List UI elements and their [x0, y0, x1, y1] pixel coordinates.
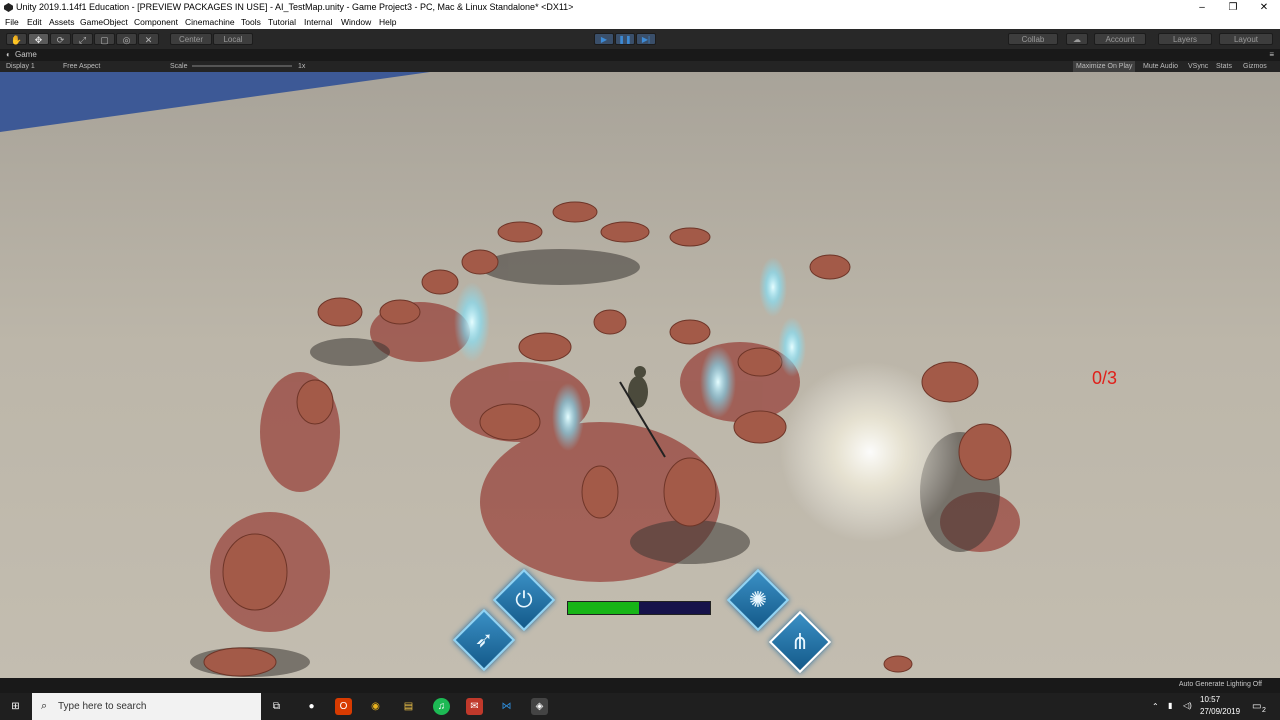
- strike-icon: ⋔: [790, 629, 810, 654]
- hand-tool-icon[interactable]: ✋: [6, 33, 27, 45]
- aspect-dropdown[interactable]: Free Aspect: [63, 61, 100, 72]
- menu-tutorial[interactable]: Tutorial: [268, 15, 296, 29]
- rotate-tool-icon[interactable]: ⟳: [50, 33, 71, 45]
- volume-icon[interactable]: ◁): [1183, 701, 1192, 710]
- maximize-button[interactable]: ❐: [1218, 0, 1248, 15]
- menu-bar: File Edit Assets GameObject Component Ci…: [0, 15, 1280, 29]
- vscode-icon[interactable]: ⋈: [498, 698, 515, 715]
- gizmos-dropdown[interactable]: Gizmos: [1243, 61, 1267, 72]
- game-tab[interactable]: Game: [15, 49, 37, 61]
- taskbar-search[interactable]: ⌕ Type here to search: [32, 693, 261, 720]
- scale-label: Scale: [170, 63, 188, 70]
- window-title: Unity 2019.1.14f1 Education - [PREVIEW P…: [16, 2, 574, 12]
- kill-counter: 0/3: [1092, 368, 1118, 388]
- collab-button[interactable]: Collab: [1008, 33, 1058, 45]
- sky-strip: [0, 72, 430, 132]
- play-button[interactable]: ▶: [594, 33, 614, 45]
- layout-dropdown[interactable]: Layout: [1219, 33, 1273, 45]
- tab-menu-icon[interactable]: ≡: [1269, 49, 1274, 61]
- game-view-toolbar: Display 1 Free Aspect Scale 1x Maximize …: [0, 61, 1280, 72]
- unity-icon[interactable]: ◈: [531, 698, 548, 715]
- game-tab-icon: ◐: [6, 50, 11, 59]
- transform-tool-icon[interactable]: ◎: [116, 33, 137, 45]
- menu-gameobject[interactable]: GameObject: [80, 15, 128, 29]
- ability-strike[interactable]: ⋔: [768, 610, 832, 674]
- scale-tool-icon[interactable]: ⤢: [72, 33, 93, 45]
- file-explorer-icon[interactable]: ▤: [400, 698, 417, 715]
- menu-edit[interactable]: Edit: [27, 15, 42, 29]
- mute-audio-toggle[interactable]: Mute Audio: [1143, 61, 1178, 72]
- task-view-icon[interactable]: ⧉: [268, 698, 285, 715]
- notification-icon[interactable]: ▭: [1252, 701, 1261, 712]
- menu-assets[interactable]: Assets: [49, 15, 75, 29]
- search-icon: ⌕: [41, 700, 48, 712]
- health-bar: [567, 601, 711, 615]
- notification-count: 2: [1262, 707, 1266, 714]
- vortex-icon: ✺: [748, 587, 768, 612]
- spotify-icon[interactable]: ♫: [433, 698, 450, 715]
- custom-tool-icon[interactable]: ✕: [138, 33, 159, 45]
- health-fill: [568, 602, 639, 614]
- window-title-bar: Unity 2019.1.14f1 Education - [PREVIEW P…: [0, 0, 1280, 15]
- menu-cinemachine[interactable]: Cinemachine: [185, 15, 235, 29]
- editor-status-bar: Auto Generate Lighting Off: [0, 678, 1280, 693]
- dash-icon: ➶: [474, 627, 494, 652]
- scale-value: 1x: [298, 63, 306, 70]
- tray-chevron-icon[interactable]: ⌃: [1152, 702, 1159, 711]
- scene-render: [0, 72, 1020, 677]
- move-tool-icon[interactable]: ✥: [28, 33, 49, 45]
- ability-vortex[interactable]: ✺: [726, 568, 790, 632]
- app2-icon[interactable]: ✉: [466, 698, 483, 715]
- network-icon[interactable]: ▮: [1168, 701, 1172, 710]
- vsync-toggle[interactable]: VSync: [1188, 61, 1208, 72]
- power-icon: ⏻: [515, 587, 533, 612]
- scale-slider[interactable]: [192, 65, 292, 67]
- editor-toolbar: ✋ ✥ ⟳ ⤢ ▢ ◎ ✕ Center Local ▶ ❚❚ ▶| Colla…: [0, 29, 1280, 49]
- menu-help[interactable]: Help: [379, 15, 396, 29]
- maximize-on-play-toggle[interactable]: Maximize On Play: [1073, 61, 1136, 72]
- search-placeholder: Type here to search: [58, 701, 147, 712]
- menu-file[interactable]: File: [5, 15, 19, 29]
- menu-tools[interactable]: Tools: [241, 15, 261, 29]
- account-dropdown[interactable]: Account: [1094, 33, 1146, 45]
- display-dropdown[interactable]: Display 1: [6, 61, 35, 72]
- clock-time[interactable]: 10:57: [1200, 695, 1220, 704]
- unity-logo-icon: [4, 3, 13, 12]
- rect-tool-icon[interactable]: ▢: [94, 33, 115, 45]
- office-icon[interactable]: O: [335, 698, 352, 715]
- close-button[interactable]: ✕: [1249, 0, 1279, 15]
- windows-taskbar: ⊞ ⌕ Type here to search ⧉ ● O ◉ ▤ ♫ ✉ ⋈ …: [0, 693, 1280, 720]
- stats-toggle[interactable]: Stats: [1216, 61, 1232, 72]
- app-icon[interactable]: ●: [303, 698, 320, 715]
- step-button[interactable]: ▶|: [636, 33, 656, 45]
- minimize-button[interactable]: –: [1187, 0, 1217, 15]
- cloud-icon[interactable]: ☁: [1066, 33, 1088, 45]
- game-viewport[interactable]: 0/3 ⏻ ➶ ✺ ⋔: [0, 72, 1280, 678]
- pause-button[interactable]: ❚❚: [615, 33, 635, 45]
- clock-date[interactable]: 27/09/2019: [1200, 707, 1240, 716]
- chrome-icon[interactable]: ◉: [367, 698, 384, 715]
- ability-shield[interactable]: ⏻: [492, 568, 556, 632]
- menu-window[interactable]: Window: [341, 15, 371, 29]
- game-tab-header: ◐ Game ≡: [0, 49, 1280, 61]
- pivot-local-toggle[interactable]: Local: [213, 33, 253, 45]
- menu-component[interactable]: Component: [134, 15, 178, 29]
- layers-dropdown[interactable]: Layers: [1158, 33, 1212, 45]
- windows-start-icon[interactable]: ⊞: [7, 698, 24, 715]
- pivot-center-toggle[interactable]: Center: [170, 33, 212, 45]
- lighting-status: Auto Generate Lighting Off: [1178, 681, 1262, 688]
- menu-internal[interactable]: Internal: [304, 15, 332, 29]
- ability-dash[interactable]: ➶: [452, 608, 516, 672]
